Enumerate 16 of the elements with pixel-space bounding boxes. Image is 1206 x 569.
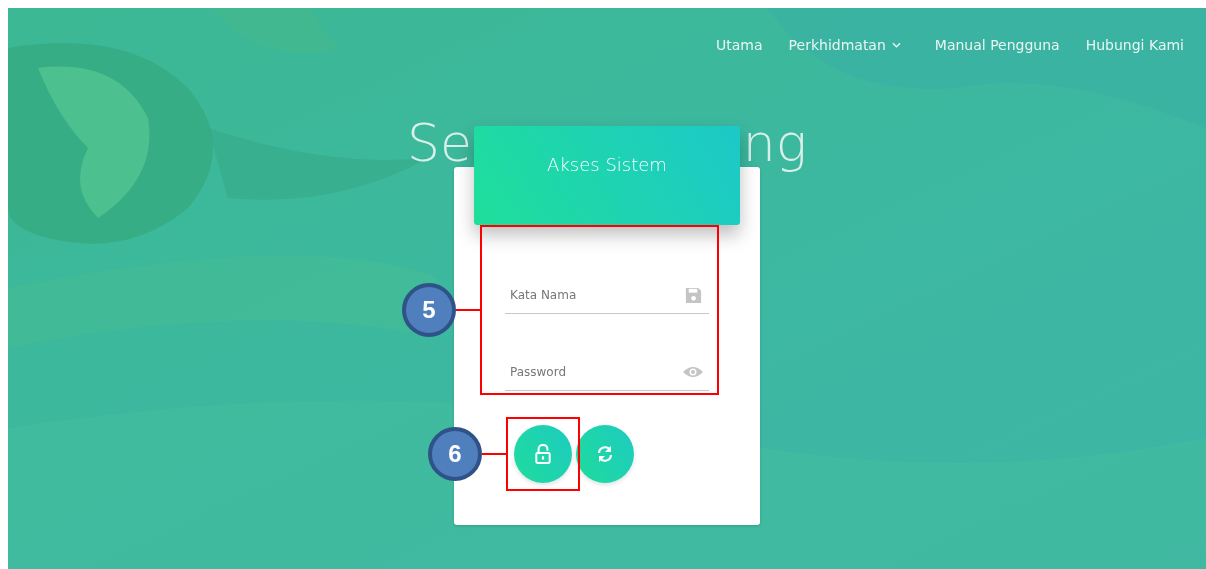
save-icon — [684, 285, 703, 305]
input-field[interactable]: Kata Nama — [505, 288, 684, 302]
card-title: Akses Sistem — [547, 154, 667, 176]
nav-link[interactable]: Hubungi Kami — [1085, 35, 1184, 55]
leader-line — [456, 309, 480, 311]
heading-fragment: ng — [742, 113, 807, 173]
input-field[interactable]: Password — [505, 365, 682, 379]
nav-link[interactable]: Perkhidmatan — [788, 35, 909, 55]
nav-link[interactable]: Utama — [716, 35, 763, 55]
heading-fragment: Se — [407, 113, 472, 173]
padlock-icon — [534, 444, 552, 464]
nav-link[interactable]: Manual Pengguna — [934, 35, 1060, 55]
leader-line — [482, 453, 506, 455]
refresh-icon — [596, 444, 614, 464]
reset-button[interactable] — [576, 425, 634, 483]
eye-icon — [682, 365, 704, 379]
